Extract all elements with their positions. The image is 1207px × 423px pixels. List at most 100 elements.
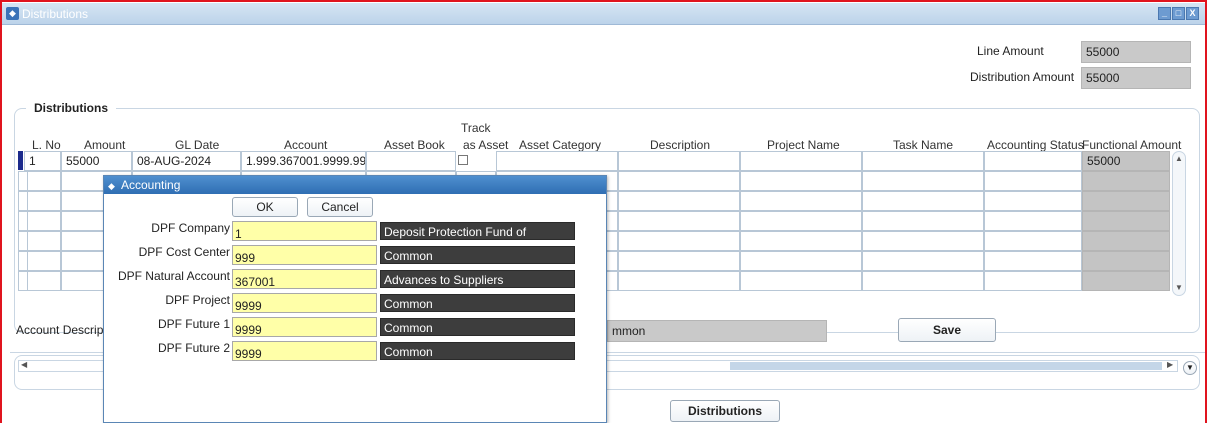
scroll-up-icon[interactable]: ▲	[1175, 154, 1183, 163]
col-header-asset-category: Asset Category	[519, 138, 602, 152]
close-icon[interactable]: X	[1186, 7, 1199, 20]
grid-cell-description[interactable]	[618, 271, 740, 291]
dialog-icon: ◆	[108, 181, 115, 191]
grid-cell-functional-amount	[1082, 211, 1170, 231]
current-row-marker	[18, 151, 23, 170]
grid-cell-accounting-status[interactable]	[984, 211, 1082, 231]
segment-description: Common	[380, 246, 575, 264]
segment-label: DPF Cost Center	[138, 245, 230, 259]
grid-cell-l-no[interactable]	[24, 251, 61, 271]
grid-cell-project-name[interactable]	[740, 151, 862, 171]
grid-cell-description[interactable]	[618, 151, 740, 171]
col-header-asset-book: Asset Book	[384, 138, 445, 152]
grid-cell-accounting-status[interactable]	[984, 191, 1082, 211]
row-selector[interactable]	[18, 211, 28, 231]
grid-cell-functional-amount	[1082, 271, 1170, 291]
segment-label: DPF Company	[151, 221, 230, 235]
grid-cell-description[interactable]	[618, 231, 740, 251]
segment-value-field[interactable]: 9999	[232, 341, 377, 361]
row1-functional-amount: 55000	[1082, 151, 1170, 171]
segment-value-field[interactable]: 999	[232, 245, 377, 265]
grid-cell-l-no[interactable]	[24, 191, 61, 211]
ok-button[interactable]: OK	[232, 197, 298, 217]
grid-cell-project-name[interactable]	[740, 171, 862, 191]
segment-description: Advances to Suppliers	[380, 270, 575, 288]
account-description-field[interactable]: mmon	[607, 320, 827, 342]
line-amount-field[interactable]: 55000	[1081, 41, 1191, 63]
grid-cell-task-name[interactable]	[862, 151, 984, 171]
grid-cell-project-name[interactable]	[740, 191, 862, 211]
grid-cell-functional-amount	[1082, 251, 1170, 271]
scroll-left-icon[interactable]: ◀	[21, 360, 27, 369]
distribution-amount-label: Distribution Amount	[970, 70, 1075, 84]
scroll-right-icon[interactable]: ▶	[1167, 360, 1173, 369]
row-selector[interactable]	[18, 271, 28, 291]
grid-cell-description[interactable]	[618, 251, 740, 271]
grid-cell-task-name[interactable]	[862, 251, 984, 271]
save-button[interactable]: Save	[898, 318, 996, 342]
row-selector[interactable]	[18, 171, 28, 191]
grid-cell-accounting-status[interactable]	[984, 251, 1082, 271]
distributions-button[interactable]: Distributions	[670, 400, 780, 422]
grid-cell-asset-category[interactable]	[496, 151, 618, 171]
segment-value-field[interactable]: 9999	[232, 317, 377, 337]
grid-cell-task-name[interactable]	[862, 271, 984, 291]
row1-l-no[interactable]: 1	[24, 151, 61, 171]
col-header-project-name: Project Name	[767, 138, 840, 152]
distributions-group-title: Distributions	[26, 101, 116, 115]
grid-cell-l-no[interactable]	[24, 171, 61, 191]
row1-gl-date[interactable]: 08-AUG-2024	[132, 151, 241, 171]
col-header-track-line1: Track	[461, 121, 491, 135]
segment-value-field[interactable]: 1	[232, 221, 377, 241]
grid-cell-functional-amount	[1082, 191, 1170, 211]
segment-label: DPF Future 2	[157, 341, 230, 355]
row-selector[interactable]	[18, 231, 28, 251]
account-description-label: Account Descrip	[16, 323, 104, 337]
accounting-dialog-titlebar: ◆ Accounting	[104, 176, 606, 194]
row1-account[interactable]: 1.999.367001.9999.9999	[241, 151, 366, 171]
grid-cell-accounting-status[interactable]	[984, 271, 1082, 291]
window-controls: _ □ X	[1158, 7, 1199, 20]
grid-cell-description[interactable]	[618, 171, 740, 191]
accounting-dialog-title: Accounting	[121, 178, 181, 192]
col-header-account: Account	[284, 138, 328, 152]
row1-amount[interactable]: 55000	[61, 151, 132, 171]
grid-cell-accounting-status[interactable]	[984, 231, 1082, 251]
grid-cell-description[interactable]	[618, 211, 740, 231]
minimize-icon[interactable]: _	[1158, 7, 1171, 20]
grid-cell-l-no[interactable]	[24, 271, 61, 291]
segment-value-field[interactable]: 367001	[232, 269, 377, 289]
grid-cell-task-name[interactable]	[862, 211, 984, 231]
window-title: Distributions	[22, 7, 89, 21]
grid-cell-accounting-status[interactable]	[984, 151, 1082, 171]
expand-icon[interactable]: ▼	[1183, 361, 1197, 375]
grid-cell-project-name[interactable]	[740, 251, 862, 271]
grid-cell-task-name[interactable]	[862, 191, 984, 211]
grid-cell-task-name[interactable]	[862, 231, 984, 251]
segment-label: DPF Future 1	[157, 317, 230, 331]
grid-cell-project-name[interactable]	[740, 271, 862, 291]
grid-cell-accounting-status[interactable]	[984, 171, 1082, 191]
grid-cell-description[interactable]	[618, 191, 740, 211]
scroll-down-icon[interactable]: ▼	[1175, 283, 1183, 292]
line-amount-label: Line Amount	[977, 44, 1044, 58]
restore-icon[interactable]: □	[1172, 7, 1185, 20]
col-header-track-line2: as Asset	[463, 138, 509, 152]
cancel-button[interactable]: Cancel	[307, 197, 373, 217]
segment-value-field[interactable]: 9999	[232, 293, 377, 313]
grid-cell-asset-book[interactable]	[366, 151, 456, 171]
grid-cell-project-name[interactable]	[740, 211, 862, 231]
window-titlebar: ◆ Distributions _ □ X	[2, 3, 1205, 25]
row-selector[interactable]	[18, 191, 28, 211]
grid-cell-task-name[interactable]	[862, 171, 984, 191]
distribution-amount-field[interactable]: 55000	[1081, 67, 1191, 89]
col-header-accounting-status: Accounting Status	[987, 138, 1084, 152]
grid-cell-l-no[interactable]	[24, 231, 61, 251]
row1-track-as-asset-checkbox[interactable]	[458, 155, 468, 165]
grid-cell-project-name[interactable]	[740, 231, 862, 251]
row-selector[interactable]	[18, 251, 28, 271]
grid-cell-l-no[interactable]	[24, 211, 61, 231]
grid-vertical-scrollbar[interactable]: ▲ ▼	[1172, 151, 1186, 296]
scroll-thumb[interactable]	[730, 362, 1162, 370]
col-header-description: Description	[650, 138, 711, 152]
